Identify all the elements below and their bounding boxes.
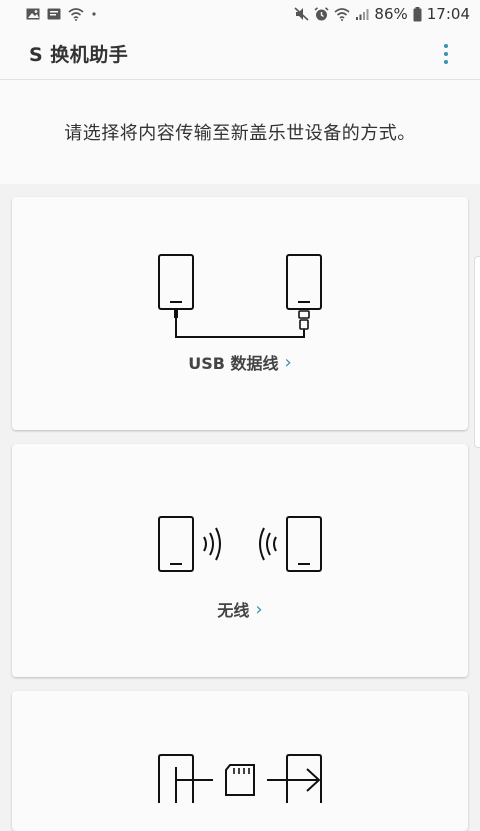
more-options-button[interactable] <box>434 38 458 70</box>
mute-icon <box>294 7 309 21</box>
usb-cable-label-row: USB 数据线 › <box>12 350 468 374</box>
app-title: S 换机助手 <box>29 44 129 66</box>
status-bar: 86% 17:04 <box>0 0 480 28</box>
usb-cable-icon <box>158 254 322 338</box>
image-icon <box>26 8 40 20</box>
wireless-icon <box>158 516 322 572</box>
usb-cable-label: USB 数据线 <box>188 354 279 373</box>
scroll-handle[interactable] <box>474 256 480 448</box>
clock: 17:04 <box>426 5 470 23</box>
battery-icon <box>413 6 422 22</box>
signal-icon <box>355 8 369 21</box>
battery-percent: 86% <box>374 5 408 23</box>
external-storage-icon <box>158 754 322 803</box>
app-bar: S 换机助手 <box>0 28 480 80</box>
more-vert-icon <box>444 43 448 48</box>
wireless-label-row: 无线 › <box>12 597 468 621</box>
instruction-text: 请选择将内容传输至新盖乐世设备的方式。 <box>0 80 480 184</box>
usb-cable-option-card[interactable]: USB 数据线 › <box>12 197 468 430</box>
wireless-option-card[interactable]: 无线 › <box>12 444 468 677</box>
chevron-right-icon: › <box>284 351 292 373</box>
dot-icon <box>91 11 97 17</box>
wireless-label: 无线 <box>217 601 250 620</box>
alarm-icon <box>314 6 329 22</box>
status-left-icons <box>26 7 97 21</box>
wifi-icon <box>334 7 350 21</box>
chevron-right-icon: › <box>255 598 263 620</box>
external-storage-option-card[interactable] <box>12 691 468 831</box>
message-icon <box>47 8 61 21</box>
status-right-icons: 86% 17:04 <box>294 5 470 23</box>
wifi-icon <box>68 7 84 21</box>
